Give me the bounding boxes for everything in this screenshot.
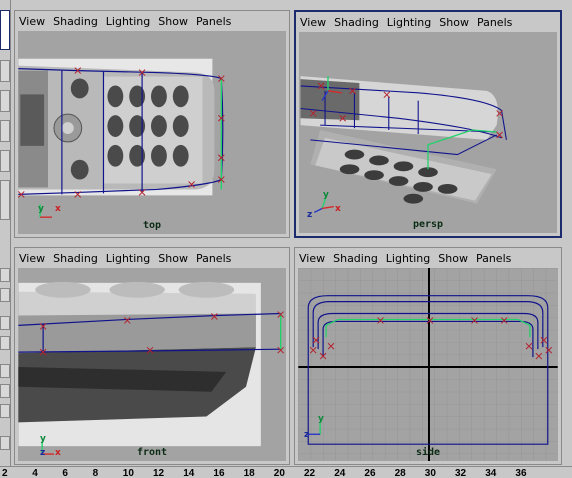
- layout-outliner-button[interactable]: [0, 364, 10, 378]
- viewport-pane-side[interactable]: View Shading Lighting Show Panels y z si…: [294, 247, 562, 465]
- timeline-frame-label: 20: [273, 468, 285, 478]
- timeline-frame-label: 10: [122, 468, 134, 478]
- show-manip-tool-button[interactable]: [0, 180, 10, 220]
- phone-image-plane-top: [18, 58, 215, 196]
- viewport-top[interactable]: y x top: [18, 31, 286, 234]
- scale-tool-button[interactable]: [0, 120, 10, 142]
- tool-shelf: [0, 0, 11, 466]
- axis-label-x: x: [55, 204, 61, 214]
- viewport-front[interactable]: y z x front: [18, 268, 286, 461]
- axis-label-y: y: [323, 190, 329, 200]
- timeline-frame-label: 12: [153, 468, 165, 478]
- timeline-frame-label: 4: [32, 468, 38, 478]
- manipulator-tool-button[interactable]: [0, 150, 10, 172]
- axis-label-y: y: [38, 204, 44, 214]
- menu-show[interactable]: Show: [435, 16, 473, 29]
- axis-label-y: y: [318, 414, 324, 424]
- timeline-frame-label: 28: [394, 468, 406, 478]
- persp-view-scene: [300, 76, 507, 214]
- viewport-pane-top[interactable]: View Shading Lighting Show Panels y x to…: [14, 10, 290, 238]
- menu-shading[interactable]: Shading: [49, 15, 102, 28]
- timeline-frame-label: 32: [455, 468, 467, 478]
- menu-lighting[interactable]: Lighting: [102, 15, 154, 28]
- menu-lighting[interactable]: Lighting: [102, 252, 154, 265]
- menu-panels[interactable]: Panels: [472, 252, 515, 265]
- menu-panels[interactable]: Panels: [192, 252, 235, 265]
- axis-label-y: y: [40, 434, 46, 444]
- layout-two-stack-button[interactable]: [0, 336, 10, 350]
- camera-label-persp: persp: [412, 219, 444, 230]
- axis-label-x: x: [335, 204, 341, 214]
- timeline-frame-label: 36: [515, 468, 527, 478]
- axis-label-z: z: [304, 430, 310, 440]
- menu-show[interactable]: Show: [154, 252, 192, 265]
- layout-graph-button[interactable]: [0, 384, 10, 398]
- menu-lighting[interactable]: Lighting: [383, 16, 435, 29]
- menu-panels[interactable]: Panels: [192, 15, 235, 28]
- viewport-pane-persp[interactable]: View Shading Lighting Show Panels y x z …: [294, 10, 562, 238]
- menu-show[interactable]: Show: [154, 15, 192, 28]
- timeline-frame-label: 2: [2, 468, 8, 478]
- layout-two-side-button[interactable]: [0, 316, 10, 330]
- camera-label-side: side: [415, 447, 441, 458]
- select-tool-button[interactable]: [0, 10, 10, 50]
- panel-menubar: View Shading Lighting Show Panels: [296, 12, 560, 32]
- camera-label-top: top: [142, 220, 162, 231]
- layout-four-button[interactable]: [0, 288, 10, 302]
- timeline-frame-label: 18: [243, 468, 255, 478]
- camera-label-front: front: [136, 447, 168, 458]
- timeline-frame-label: 30: [424, 468, 436, 478]
- menu-shading[interactable]: Shading: [329, 252, 382, 265]
- layout-hypershade-button[interactable]: [0, 404, 10, 418]
- time-slider[interactable]: 2 4 6 8 10 12 14 16 18 20 22 24 26 28 30 32 34 36: [0, 466, 572, 478]
- move-tool-button[interactable]: [0, 60, 10, 82]
- timeline-frame-label: 26: [364, 468, 376, 478]
- timeline-frame-label: 16: [213, 468, 225, 478]
- menu-shading[interactable]: Shading: [330, 16, 383, 29]
- rotate-tool-button[interactable]: [0, 90, 10, 112]
- menu-show[interactable]: Show: [434, 252, 472, 265]
- timeline-frame-label: 24: [334, 468, 346, 478]
- layout-single-button[interactable]: [0, 268, 10, 282]
- menu-view[interactable]: View: [15, 252, 49, 265]
- timeline-frame-label: 22: [304, 468, 316, 478]
- side-view-scene: [298, 268, 558, 461]
- phone-image-plane-front: [18, 281, 261, 447]
- menu-view[interactable]: View: [15, 15, 49, 28]
- timeline-frame-label: 8: [92, 468, 99, 478]
- panel-menubar: View Shading Lighting Show Panels: [15, 248, 289, 268]
- viewport-pane-front[interactable]: View Shading Lighting Show Panels y z x …: [14, 247, 290, 465]
- menu-panels[interactable]: Panels: [473, 16, 516, 29]
- timeline-frame-label: 14: [183, 468, 195, 478]
- menu-shading[interactable]: Shading: [49, 252, 102, 265]
- layout-render-button[interactable]: [0, 436, 10, 450]
- viewport-side[interactable]: y z side: [298, 268, 558, 461]
- viewport-persp[interactable]: y x z persp: [299, 32, 557, 233]
- front-view-scene: [18, 281, 284, 455]
- panel-menubar: View Shading Lighting Show Panels: [295, 248, 561, 268]
- phone-image-plane-persp: [300, 76, 498, 204]
- panel-menubar: View Shading Lighting Show Panels: [15, 11, 289, 31]
- menu-view[interactable]: View: [295, 252, 329, 265]
- timeline-frame-label: 34: [485, 468, 497, 478]
- menu-view[interactable]: View: [296, 16, 330, 29]
- menu-lighting[interactable]: Lighting: [382, 252, 434, 265]
- timeline-frame-label: 6: [62, 468, 68, 478]
